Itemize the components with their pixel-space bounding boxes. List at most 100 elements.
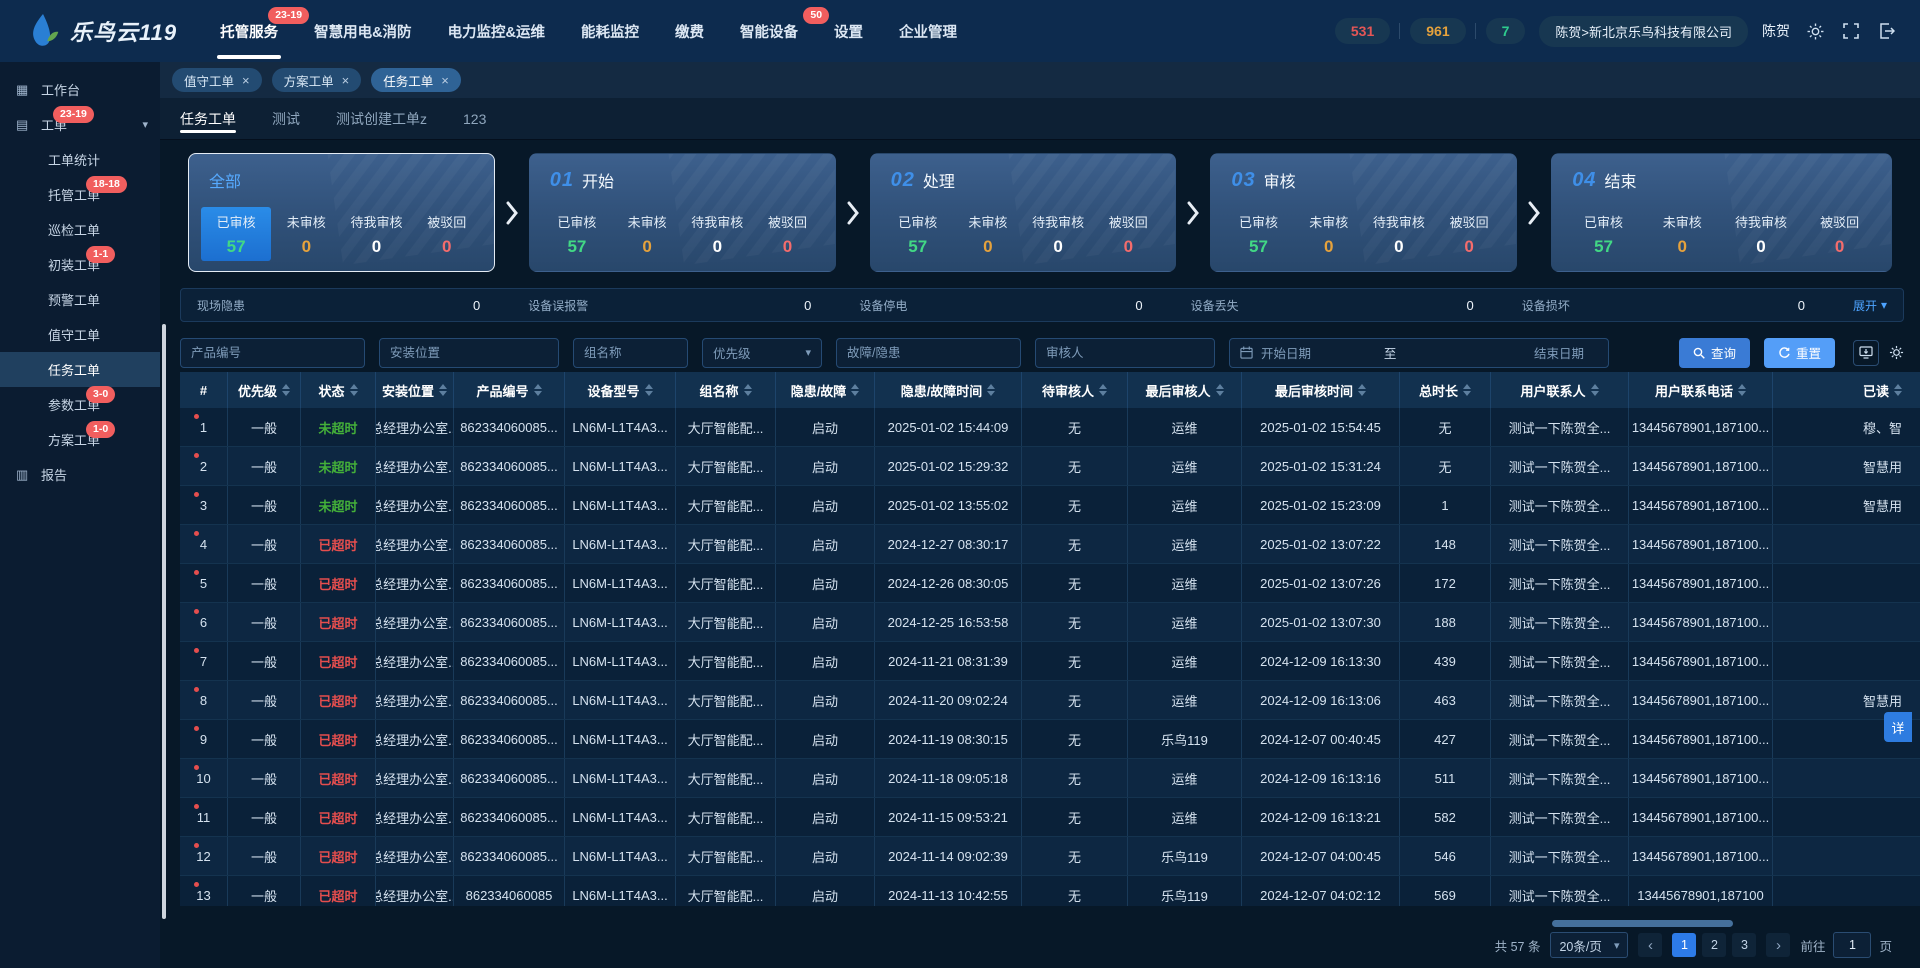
column-header[interactable]: 优先级 <box>228 372 301 408</box>
table-row[interactable]: 6 一般 已超时 总经理办公室... 862334060085... LN6M-… <box>180 603 1920 642</box>
expand-link[interactable]: 展开 ▾ <box>1853 297 1887 314</box>
vertical-scrollbar[interactable] <box>162 324 166 919</box>
card-stat[interactable]: 未审核 0 <box>1643 207 1722 261</box>
tab-chip[interactable]: 任务工单 × <box>371 68 461 92</box>
close-icon[interactable]: × <box>441 73 449 88</box>
group-name-field[interactable] <box>573 338 688 368</box>
sort-icon[interactable] <box>282 384 290 396</box>
table-row[interactable]: 5 一般 已超时 总经理办公室... 862334060085... LN6M-… <box>180 564 1920 603</box>
menu-item[interactable]: 智慧用电&消防 <box>299 0 426 62</box>
column-header[interactable]: 隐患/故障时间 <box>875 372 1022 408</box>
card-stat[interactable]: 被驳回 0 <box>1093 207 1163 261</box>
column-header[interactable]: 最后审核时间 <box>1242 372 1400 408</box>
sidebar-item[interactable]: 巡检工单 ▾ <box>0 212 160 247</box>
page-number-button[interactable]: 2 <box>1702 933 1726 957</box>
menu-item[interactable]: 设置 <box>819 0 878 62</box>
menu-item[interactable]: 电力监控&运维 <box>433 0 560 62</box>
status-card[interactable]: 03 审核 已审核 57 未审核 0 <box>1210 153 1517 272</box>
table-row[interactable]: 7 一般 已超时 总经理办公室... 862334060085... LN6M-… <box>180 642 1920 681</box>
table-row[interactable]: 2 一般 未超时 总经理办公室... 862334060085... LN6M-… <box>180 447 1920 486</box>
company-selector[interactable]: 陈贺>新北京乐鸟科技有限公司 <box>1539 16 1748 47</box>
status-card[interactable]: 全部 已审核 57 未审核 0 <box>188 153 495 272</box>
tab-chip[interactable]: 方案工单 × <box>272 68 362 92</box>
menu-item[interactable]: 缴费 <box>660 0 719 62</box>
column-header[interactable]: 待审核人 <box>1022 372 1128 408</box>
page-number-button[interactable]: 1 <box>1672 933 1696 957</box>
sort-icon[interactable] <box>645 384 653 396</box>
status-card[interactable]: 04 结束 已审核 57 未审核 0 <box>1551 153 1892 272</box>
logout-icon[interactable] <box>1876 20 1898 42</box>
card-stat[interactable]: 未审核 0 <box>271 207 341 261</box>
card-stat[interactable]: 已审核 57 <box>542 207 612 261</box>
page-number-button[interactable]: 3 <box>1732 933 1756 957</box>
goto-page-input[interactable] <box>1833 932 1871 958</box>
table-row[interactable]: 1 一般 未超时 总经理办公室... 862334060085... LN6M-… <box>180 408 1920 447</box>
status-card[interactable]: 02 处理 已审核 57 未审核 0 <box>870 153 1177 272</box>
column-header[interactable]: 用户联系电话 <box>1629 372 1773 408</box>
counter-pill[interactable]: 961 <box>1410 18 1465 44</box>
page-tab[interactable]: 任务工单 <box>180 98 236 139</box>
status-card[interactable]: 01 开始 已审核 57 未审核 0 <box>529 153 836 272</box>
column-header[interactable]: 隐患/故障 <box>776 372 875 408</box>
sort-icon[interactable] <box>1463 384 1471 396</box>
table-row[interactable]: 4 一般 已超时 总经理办公室... 862334060085... LN6M-… <box>180 525 1920 564</box>
menu-item[interactable]: 托管服务 23-19 <box>205 0 293 62</box>
close-icon[interactable]: × <box>242 73 250 88</box>
priority-select[interactable]: 优先级 ▾ <box>702 338 822 368</box>
page-tab[interactable]: 123 <box>463 98 486 139</box>
table-row[interactable]: 11 一般 已超时 总经理办公室... 862334060085... LN6M… <box>180 798 1920 837</box>
page-tab[interactable]: 测试 <box>272 98 300 139</box>
card-stat[interactable]: 已审核 57 <box>1223 207 1293 261</box>
table-row[interactable]: 8 一般 已超时 总经理办公室... 862334060085... LN6M-… <box>180 681 1920 720</box>
sort-icon[interactable] <box>987 384 995 396</box>
sort-icon[interactable] <box>851 384 859 396</box>
sort-icon[interactable] <box>350 384 358 396</box>
column-header[interactable]: 总时长 <box>1400 372 1491 408</box>
sort-icon[interactable] <box>1358 384 1366 396</box>
counter-pill[interactable]: 531 <box>1335 18 1390 44</box>
horizontal-scrollbar[interactable] <box>1552 920 1733 927</box>
next-page-button[interactable]: › <box>1766 933 1790 957</box>
table-row[interactable]: 13 一般 已超时 总经理办公室... 862334060085 LN6M-L1… <box>180 876 1920 906</box>
location-field[interactable] <box>379 338 559 368</box>
tab-chip[interactable]: 值守工单 × <box>172 68 262 92</box>
card-stat[interactable]: 被驳回 0 <box>752 207 822 261</box>
sidebar-item[interactable]: 方案工单 1-0 ▾ <box>0 422 160 457</box>
column-header[interactable]: 用户联系人 <box>1491 372 1629 408</box>
sort-icon[interactable] <box>1216 384 1224 396</box>
sort-icon[interactable] <box>1738 384 1746 396</box>
date-range-picker[interactable]: 开始日期 至 结束日期 <box>1229 338 1609 368</box>
card-stat[interactable]: 待我审核 0 <box>682 207 752 261</box>
card-stat[interactable]: 未审核 0 <box>1294 207 1364 261</box>
sidebar-item[interactable]: ▦ 工作台 ▾ <box>0 72 160 107</box>
sidebar-item[interactable]: 参数工单 3-0 ▾ <box>0 387 160 422</box>
column-header[interactable]: 状态 <box>301 372 376 408</box>
sidebar-item[interactable]: 值守工单 ▾ <box>0 317 160 352</box>
sidebar-item[interactable]: 工单统计 ▾ <box>0 142 160 177</box>
column-header[interactable]: # <box>180 372 228 408</box>
reset-button[interactable]: 重置 <box>1764 338 1835 368</box>
menu-item[interactable]: 企业管理 <box>884 0 972 62</box>
card-stat[interactable]: 待我审核 0 <box>1722 207 1801 261</box>
sort-icon[interactable] <box>534 384 542 396</box>
card-stat[interactable]: 被驳回 0 <box>412 207 482 261</box>
column-header[interactable]: 安装位置 <box>376 372 454 408</box>
column-display-icon[interactable] <box>1853 340 1879 366</box>
sidebar-item[interactable]: 托管工单 18-18 ▾ <box>0 177 160 212</box>
table-row[interactable]: 9 一般 已超时 总经理办公室... 862334060085... LN6M-… <box>180 720 1920 759</box>
counter-pill[interactable]: 7 <box>1486 18 1526 44</box>
card-stat[interactable]: 待我审核 0 <box>341 207 411 261</box>
card-stat[interactable]: 待我审核 0 <box>1023 207 1093 261</box>
sidebar-item[interactable]: 预警工单 ▾ <box>0 282 160 317</box>
card-stat[interactable]: 已审核 57 <box>201 207 271 261</box>
card-stat[interactable]: 已审核 57 <box>1564 207 1643 261</box>
table-row[interactable]: 3 一般 未超时 总经理办公室... 862334060085... LN6M-… <box>180 486 1920 525</box>
table-row[interactable]: 12 一般 已超时 总经理办公室... 862334060085... LN6M… <box>180 837 1920 876</box>
sort-icon[interactable] <box>1591 384 1599 396</box>
search-button[interactable]: 查询 <box>1679 338 1750 368</box>
page-size-select[interactable]: 20条/页 ▾ <box>1550 932 1628 958</box>
column-header[interactable]: 设备型号 <box>565 372 676 408</box>
prev-page-button[interactable]: ‹ <box>1638 933 1662 957</box>
theme-icon[interactable] <box>1804 20 1826 42</box>
card-stat[interactable]: 被驳回 0 <box>1800 207 1879 261</box>
